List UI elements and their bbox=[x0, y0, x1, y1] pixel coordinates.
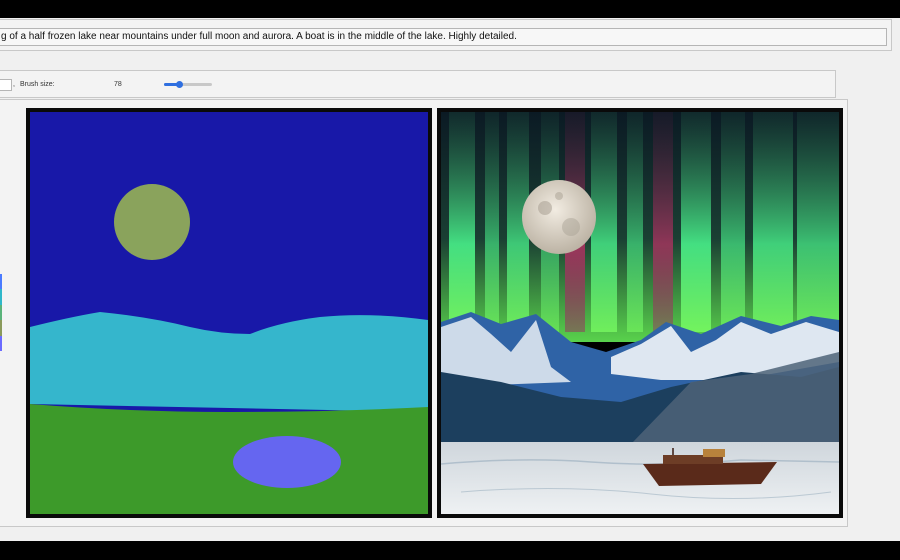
moon-crater bbox=[538, 201, 552, 215]
moon-crater bbox=[555, 192, 563, 200]
top-black-bar bbox=[0, 0, 900, 18]
bottom-black-bar bbox=[0, 541, 900, 560]
boat-hull bbox=[643, 462, 777, 486]
aurora-band bbox=[653, 112, 673, 332]
moon-crater bbox=[562, 218, 580, 236]
aurora-band bbox=[753, 112, 793, 332]
prompt-input[interactable]: g of a half frozen lake near mountains u… bbox=[0, 28, 887, 46]
palette-swatch[interactable] bbox=[0, 274, 2, 290]
separator-text: , bbox=[13, 81, 15, 88]
palette-swatch[interactable] bbox=[0, 320, 2, 336]
brush-size-value: 78 bbox=[114, 81, 122, 88]
prompt-panel: g of a half frozen lake near mountains u… bbox=[0, 19, 892, 51]
sketch-lake bbox=[233, 436, 341, 488]
frozen-lake bbox=[441, 442, 839, 514]
generated-image bbox=[437, 108, 843, 518]
aurora-band bbox=[485, 112, 499, 332]
aurora-band bbox=[797, 112, 839, 332]
sketch-ground bbox=[30, 404, 428, 514]
brush-size-slider[interactable] bbox=[164, 81, 212, 88]
aurora-band bbox=[449, 112, 475, 332]
moon bbox=[522, 180, 596, 254]
palette-swatch[interactable] bbox=[0, 304, 2, 321]
sketch-moon bbox=[114, 184, 190, 260]
color-palette[interactable] bbox=[0, 274, 2, 351]
brush-size-label: Brush size: bbox=[20, 81, 55, 88]
palette-swatch[interactable] bbox=[0, 335, 2, 351]
aurora-band bbox=[627, 112, 643, 332]
color-field[interactable] bbox=[0, 79, 12, 91]
aurora-band bbox=[681, 112, 711, 332]
palette-swatch[interactable] bbox=[0, 289, 2, 305]
sketch-canvas[interactable] bbox=[26, 108, 432, 518]
aurora-band bbox=[721, 112, 745, 332]
boat-cabin-top bbox=[703, 449, 725, 457]
slider-thumb[interactable] bbox=[176, 81, 184, 88]
brush-toolbar: , Brush size: 78 bbox=[0, 70, 836, 98]
